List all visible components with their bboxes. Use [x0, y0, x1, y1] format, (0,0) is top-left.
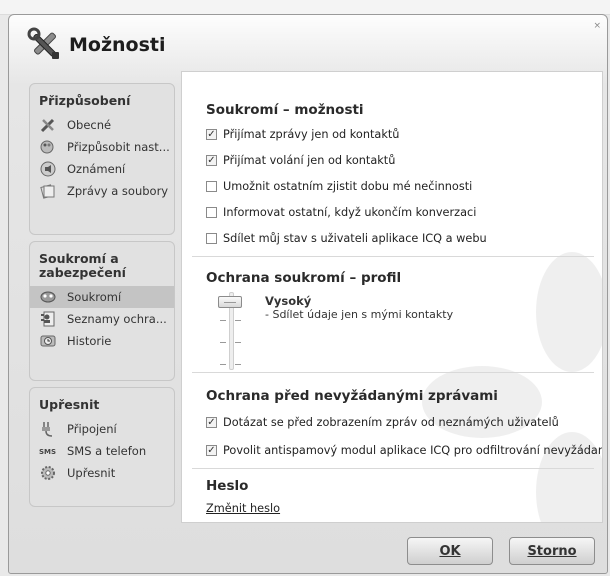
divider: [192, 256, 594, 257]
option-label: Informovat ostatní, když ukončím konverz…: [223, 206, 477, 219]
sidebar-item-protection-lists[interactable]: Seznamy ochra...: [30, 308, 174, 330]
sidebar-group-customize: Přizpůsobení Obecné Přizpůsobit nast... …: [29, 83, 175, 235]
sidebar-group-advanced: Upřesnit Připojení SMS SMS a telefon Upř…: [29, 387, 175, 507]
checkbox[interactable]: ✓: [206, 445, 217, 456]
sidebar-item-label: Oznámení: [67, 162, 126, 176]
option-label: Přijímat volání jen od kontaktů: [223, 154, 396, 167]
slider-tick: [220, 364, 226, 365]
change-password-link[interactable]: Změnit heslo: [206, 502, 280, 515]
sidebar-item-label: Přizpůsobit nast...: [67, 140, 170, 154]
option-label: Povolit antispamový modul aplikace ICQ p…: [223, 444, 603, 457]
plug-icon: [39, 420, 57, 438]
checkbox[interactable]: ✓: [206, 417, 217, 428]
slider-tick: [235, 364, 241, 365]
sidebar-item-customize-settings[interactable]: Přizpůsobit nast...: [30, 136, 174, 158]
sidebar-item-label: Připojení: [67, 422, 117, 436]
option-antispam-module[interactable]: ✓ Povolit antispamový modul aplikace ICQ…: [206, 444, 603, 457]
files-icon: [39, 182, 57, 200]
checkbox[interactable]: [206, 181, 217, 192]
mask-icon: [39, 288, 57, 306]
brush-icon: [39, 138, 57, 156]
slider-thumb[interactable]: [218, 296, 242, 308]
option-ask-unknown-users[interactable]: ✓ Dotázat se před zobrazením zpráv od ne…: [206, 416, 559, 429]
option-notify-end-conversation[interactable]: Informovat ostatní, když ukončím konverz…: [206, 206, 476, 219]
sidebar-item-label: Seznamy ochra...: [67, 312, 167, 326]
sidebar-item-label: Historie: [67, 334, 112, 348]
background-strip: [0, 0, 610, 15]
sidebar-group-privacy: Soukromí a zabezpečení Soukromí Seznamy …: [29, 241, 175, 381]
sidebar-group-title: Přizpůsobení: [39, 93, 131, 108]
section-title-privacy: Soukromí – možnosti: [206, 102, 364, 118]
slider-tick: [235, 342, 241, 343]
sidebar-item-advanced[interactable]: Upřesnit: [30, 462, 174, 484]
privacy-level-name: Vysoký: [265, 294, 312, 308]
checkbox[interactable]: [206, 207, 217, 218]
slider-tick: [235, 320, 241, 321]
slider-tick: [220, 342, 226, 343]
option-label: Dotázat se před zobrazením zpráv od nezn…: [223, 416, 559, 429]
divider: [192, 468, 594, 469]
cancel-button[interactable]: Storno: [509, 537, 595, 565]
sidebar-item-privacy[interactable]: Soukromí: [30, 286, 174, 308]
tools-icon: [39, 116, 57, 134]
close-icon[interactable]: ×: [593, 21, 601, 31]
sidebar-item-messages-files[interactable]: Zprávy a soubory: [30, 180, 174, 202]
sidebar-item-history[interactable]: Historie: [30, 330, 174, 352]
tools-icon: [27, 27, 59, 59]
option-label: Umožnit ostatním zjistit dobu mé nečinno…: [223, 180, 473, 193]
sidebar-item-label: SMS a telefon: [67, 444, 147, 458]
ok-button[interactable]: OK: [407, 537, 493, 565]
speaker-icon: [39, 160, 57, 178]
sidebar-item-label: Upřesnit: [67, 466, 116, 480]
sidebar-item-label: Zprávy a soubory: [67, 184, 169, 198]
option-messages-contacts-only[interactable]: ✓ Přijímat zprávy jen od kontaktů: [206, 128, 399, 141]
option-idle-time[interactable]: Umožnit ostatním zjistit dobu mé nečinno…: [206, 180, 472, 193]
checkbox[interactable]: ✓: [206, 155, 217, 166]
privacy-level-description: - Sdílet údaje jen s mými kontakty: [265, 308, 454, 321]
option-label: Přijímat zprávy jen od kontaktů: [223, 128, 400, 141]
divider: [192, 372, 594, 373]
clock-icon: [39, 332, 57, 350]
sidebar-item-sms-phone[interactable]: SMS SMS a telefon: [30, 440, 174, 462]
sidebar-item-general[interactable]: Obecné: [30, 114, 174, 136]
options-dialog: Možnosti × Přizpůsobení Obecné Přizpůsob…: [8, 14, 608, 574]
sidebar-item-label: Soukromí: [67, 290, 122, 304]
sidebar-item-label: Obecné: [67, 118, 112, 132]
option-share-status[interactable]: Sdílet můj stav s uživateli aplikace ICQ…: [206, 232, 487, 245]
sms-icon: SMS: [39, 442, 57, 460]
option-label: Sdílet můj stav s uživateli aplikace ICQ…: [223, 232, 487, 245]
sidebar-group-title: Soukromí a zabezpečení: [39, 251, 126, 280]
privacy-level-slider[interactable]: [210, 290, 250, 370]
checkbox[interactable]: [206, 233, 217, 244]
svg-text:SMS: SMS: [39, 448, 56, 456]
title-bar: Možnosti ×: [9, 15, 607, 71]
sidebar-item-connection[interactable]: Připojení: [30, 418, 174, 440]
section-title-password: Heslo: [206, 478, 249, 494]
slider-tick: [220, 320, 226, 321]
sidebar-group-title: Upřesnit: [39, 397, 100, 412]
dialog-title: Možnosti: [69, 34, 166, 56]
section-title-profile: Ochrana soukromí – profil: [206, 270, 402, 286]
settings-panel: Soukromí – možnosti ✓ Přijímat zprávy je…: [181, 71, 603, 523]
section-title-spam: Ochrana před nevyžádanými zprávami: [206, 388, 498, 404]
contact-list-icon: [39, 310, 57, 328]
option-calls-contacts-only[interactable]: ✓ Přijímat volání jen od kontaktů: [206, 154, 395, 167]
checkbox[interactable]: ✓: [206, 129, 217, 140]
gear-icon: [39, 464, 57, 482]
sidebar-item-notifications[interactable]: Oznámení: [30, 158, 174, 180]
